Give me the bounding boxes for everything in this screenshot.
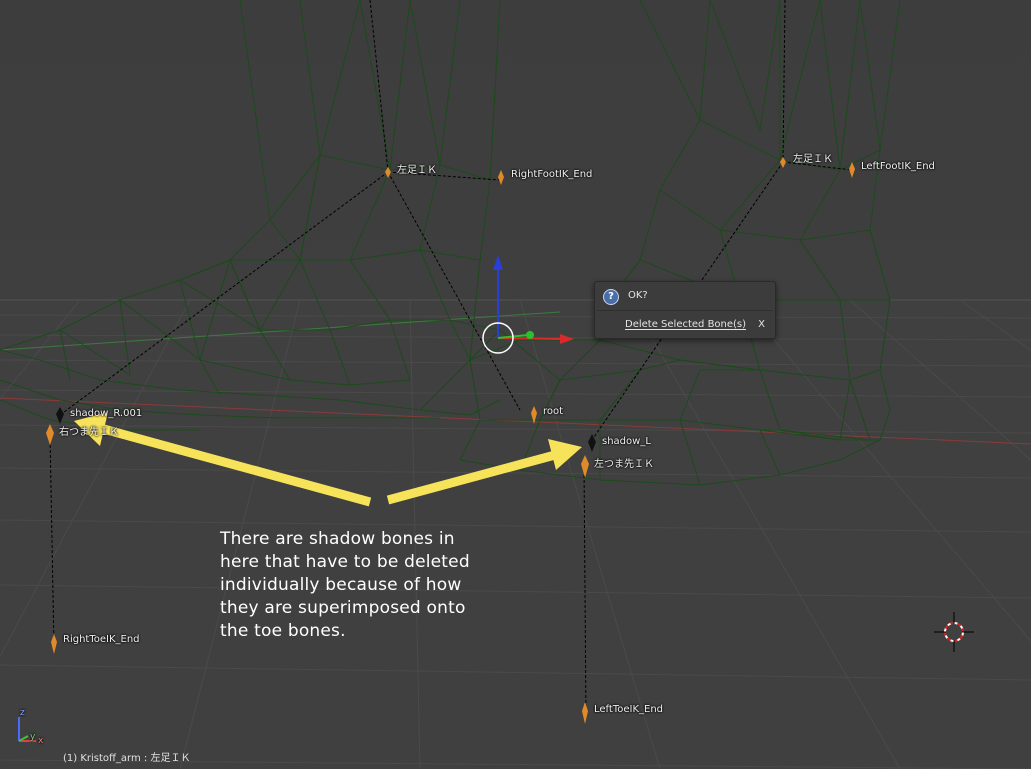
manipulator-z-arrow[interactable] <box>493 255 503 270</box>
manipulator-x-arrow[interactable] <box>560 334 574 344</box>
axis-z-label: z <box>20 708 25 718</box>
bone-label-right-foot-ik-top: 左足ＩＫ <box>793 154 833 165</box>
popup-title: OK? <box>628 290 648 301</box>
axis-x-label: x <box>38 736 44 746</box>
bone-label-right-toe-ik-end: RightToeIK_End <box>63 634 140 645</box>
bone-right-foot-ik-end[interactable] <box>498 170 504 185</box>
annotation-note: There are shadow bones in here that have… <box>220 528 530 643</box>
question-icon: ? <box>603 289 619 305</box>
delete-shortcut-key: X <box>758 319 765 330</box>
delete-selected-bones-label: Delete Selected Bone(s) <box>625 319 747 330</box>
popup-separator <box>597 310 773 311</box>
annotation-arrowhead-right <box>548 439 582 470</box>
delete-selected-bones-button[interactable]: Delete Selected Bone(s) X <box>597 315 773 335</box>
viewport-status-text: (1) Kristoff_arm : 左足ＩＫ <box>63 753 191 764</box>
annotation-arrows <box>74 412 582 507</box>
bone-label-left-toe-ik-end: LeftToeIK_End <box>594 704 664 715</box>
bone-right-toe-ik[interactable] <box>46 424 54 445</box>
bone-left-toe-ik-end[interactable] <box>582 702 588 724</box>
confirm-delete-popup: ? OK? Delete Selected Bone(s) X <box>594 281 776 339</box>
bone-label-left-foot-ik-end: LeftFootIK_End <box>861 161 935 172</box>
bone-label-left-toe-ik: 左つま先ＩＫ <box>594 459 654 470</box>
annotation-line-2: here that have to be deleted <box>220 552 470 572</box>
bone-label-shadow-right: shadow_R.001 <box>70 408 143 419</box>
bone-label-left-foot-ik-top: 左足ＩＫ <box>397 165 437 176</box>
3d-cursor-icon <box>934 612 974 652</box>
scene-canvas[interactable] <box>0 0 1031 769</box>
bone-left-toe-ik[interactable] <box>581 455 589 478</box>
3d-viewport[interactable]: 左足ＩＫ RightFootIK_End 左足ＩＫ LeftFootIK_End… <box>0 0 1031 769</box>
annotation-line-3: individually because of how <box>220 575 462 595</box>
x-axis-line <box>0 397 1031 445</box>
annotation-line-4: they are superimposed onto <box>220 598 466 618</box>
bone-right-toe-ik-end[interactable] <box>51 634 57 654</box>
annotation-line-1: There are shadow bones in <box>220 529 455 549</box>
annotation-line-5: the toe bones. <box>220 621 346 641</box>
bone-left-foot-ik-end[interactable] <box>849 162 855 178</box>
bone-label-shadow-left: shadow_L <box>602 436 651 447</box>
axis-y-label: y <box>30 732 36 742</box>
bone-label-right-foot-ik-end: RightFootIK_End <box>511 169 593 180</box>
bone-label-root: root <box>543 406 564 417</box>
bone-label-right-toe-ik: 右つま先ＩＫ <box>59 427 119 438</box>
transform-manipulator[interactable] <box>482 255 574 354</box>
annotation-arrow-left <box>98 423 372 507</box>
bone-right-foot-ik-top[interactable] <box>780 157 786 168</box>
manipulator-y-handle[interactable] <box>526 331 534 339</box>
